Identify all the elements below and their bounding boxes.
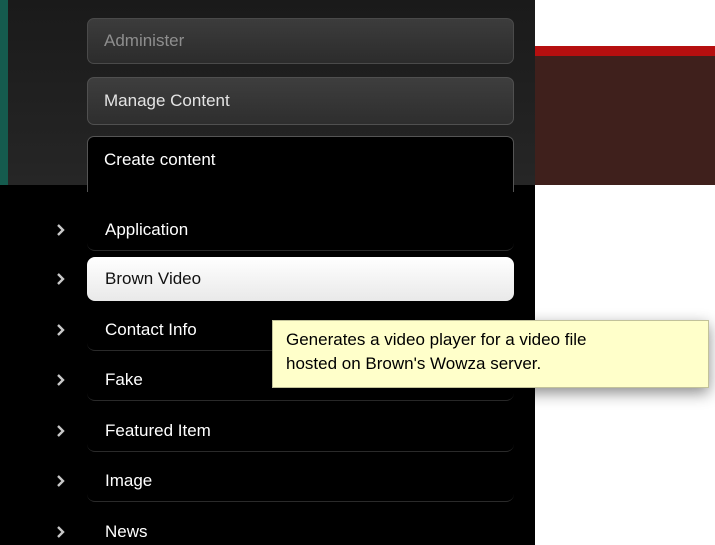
content-type-image[interactable]: Image bbox=[0, 460, 535, 502]
tab-administer-label: Administer bbox=[104, 31, 185, 50]
screen: Administer Manage Content Create content… bbox=[0, 0, 715, 545]
tab-administer[interactable]: Administer bbox=[87, 18, 514, 64]
chevron-right-icon bbox=[54, 323, 66, 337]
content-type-application[interactable]: Application bbox=[0, 209, 535, 251]
content-type-label: Application bbox=[105, 219, 189, 239]
content-type-application-button[interactable]: Application bbox=[87, 209, 514, 251]
content-type-brown-video-button[interactable]: Brown Video bbox=[87, 257, 514, 301]
content-type-label: News bbox=[105, 521, 148, 541]
content-type-label: Image bbox=[105, 470, 153, 490]
content-type-featured-item-button[interactable]: Featured Item bbox=[87, 410, 514, 452]
chevron-right-icon bbox=[54, 223, 66, 237]
tab-create-content-label: Create content bbox=[104, 150, 216, 169]
chevron-right-icon bbox=[54, 272, 66, 286]
tab-manage-content-label: Manage Content bbox=[104, 91, 230, 110]
chevron-right-icon bbox=[54, 474, 66, 488]
content-type-news[interactable]: News bbox=[0, 511, 535, 545]
tab-create-content[interactable]: Create content bbox=[87, 136, 514, 192]
content-type-tooltip: Generates a video player for a video fil… bbox=[272, 320, 709, 388]
content-type-label: Featured Item bbox=[105, 420, 211, 440]
content-type-image-button[interactable]: Image bbox=[87, 460, 514, 502]
content-type-label: Contact Info bbox=[105, 319, 197, 339]
content-type-news-button[interactable]: News bbox=[87, 511, 514, 545]
tooltip-line-1: Generates a video player for a video fil… bbox=[286, 330, 587, 349]
site-header-banner bbox=[535, 46, 715, 185]
drawer-accent-edge bbox=[0, 0, 8, 185]
content-type-label: Fake bbox=[105, 369, 143, 389]
tab-manage-content[interactable]: Manage Content bbox=[87, 77, 514, 125]
content-type-label: Brown Video bbox=[105, 269, 202, 288]
chevron-right-icon bbox=[54, 525, 66, 539]
content-type-brown-video[interactable]: Brown Video bbox=[0, 257, 535, 301]
tooltip-line-2: hosted on Brown's Wowza server. bbox=[286, 354, 542, 373]
chevron-right-icon bbox=[54, 424, 66, 438]
chevron-right-icon bbox=[54, 373, 66, 387]
content-type-featured-item[interactable]: Featured Item bbox=[0, 410, 535, 452]
admin-drawer: Administer Manage Content Create content… bbox=[0, 0, 535, 545]
